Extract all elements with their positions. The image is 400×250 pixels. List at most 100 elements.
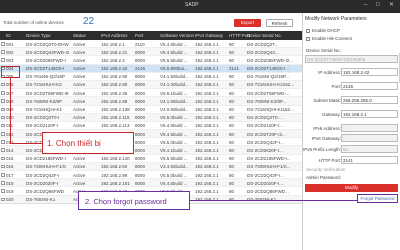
header-software[interactable]: Software Version xyxy=(160,33,194,38)
admin-password-field[interactable] xyxy=(305,180,398,183)
table-cell: 015 xyxy=(6,156,14,162)
table-cell: 002 xyxy=(6,49,14,55)
subnet-mask-field[interactable]: 255.255.255.0 xyxy=(341,96,398,104)
http-port-field[interactable]: 2141 xyxy=(341,156,398,164)
table-cell: Active xyxy=(73,156,86,162)
row-checkbox[interactable] xyxy=(1,148,5,152)
minimize-icon[interactable]: – xyxy=(364,2,367,9)
row-checkbox[interactable] xyxy=(1,173,5,177)
row-checkbox[interactable] xyxy=(1,58,5,62)
row-checkbox[interactable] xyxy=(1,189,5,193)
table-cell: 80 xyxy=(229,123,235,129)
header-id[interactable]: ID xyxy=(6,33,11,38)
table-cell: V5.5.5build ... xyxy=(160,57,188,63)
ip-address-field[interactable]: 192.168.2.42 xyxy=(341,68,398,76)
row-checkbox[interactable] xyxy=(1,181,5,185)
table-cell: DS-2CD2120F-I... xyxy=(247,123,284,129)
table-row[interactable]: 017 DS-2CD2Q42F-I Active 192.168.2.99 8000 V5… xyxy=(0,171,302,180)
table-cell: V5.4.5build ... xyxy=(160,180,188,186)
table-cell: Active xyxy=(73,49,86,55)
table-cell: 192.168.2.90 xyxy=(101,74,128,80)
table-cell: 80 xyxy=(229,82,235,88)
close-icon[interactable]: ✕ xyxy=(389,2,394,9)
forgot-password-button[interactable]: Forgot Password xyxy=(357,194,398,203)
table-cell: 80 xyxy=(229,90,235,96)
row-checkbox[interactable] xyxy=(1,123,5,128)
table-row[interactable]: 005 DS-7616NI-Q2/16P Active 192.168.2.90 800… xyxy=(0,73,302,81)
ipv6-prefix-field[interactable]: 64 xyxy=(341,145,398,153)
table-row[interactable]: 008 DS-7608NI-K2/8P Active 192.168.2.88 8000… xyxy=(0,97,302,106)
enable-hik-connect-checkbox[interactable]: Enable Hik-Connect xyxy=(306,36,352,41)
table-cell: DS-7608NI-K2/8P... xyxy=(247,98,287,104)
header-ipv4[interactable]: IPv4 Address xyxy=(101,33,128,38)
row-checkbox[interactable] xyxy=(1,82,5,87)
row-checkbox[interactable] xyxy=(1,42,5,46)
table-row[interactable]: 011 DS-2CD2120F-I Active 192.168.2.113 8000 V… xyxy=(0,122,302,131)
table-cell: V5.4.6build ... xyxy=(160,41,188,47)
header-serial[interactable]: Device Serial No. xyxy=(247,33,282,38)
row-checkbox[interactable] xyxy=(1,132,5,136)
table-cell: 192.168.2.1 xyxy=(195,98,219,104)
ipv6-field[interactable]: :: xyxy=(341,124,398,132)
table-cell: 8000 xyxy=(135,115,146,121)
table-cell: DS-7216HUHI-K2 xyxy=(26,82,62,88)
table-cell: 011 xyxy=(6,123,22,128)
row-checkbox[interactable] xyxy=(1,164,5,169)
table-cell: 192.168.2.21 xyxy=(101,49,128,55)
table-cell: 192.168.2.4 xyxy=(101,57,125,63)
row-checkbox[interactable] xyxy=(1,115,5,120)
port-field[interactable]: 2146 xyxy=(341,82,398,90)
table-cell: 80 xyxy=(229,164,235,170)
gateway-field[interactable]: 192.168.2.1 xyxy=(341,110,398,118)
table-cell: DS-2CD2120F-I xyxy=(26,123,59,129)
table-row[interactable]: 010 DS-2CD2Q2T0-I Active 192.168.2.115 8000 V… xyxy=(0,113,302,122)
table-row[interactable]: 007 DS-2CD2T85FWD-I8 Active 192.168.2.36 800… xyxy=(0,89,302,98)
modify-button[interactable]: Modify xyxy=(305,184,398,192)
online-devices-label: Total number of online devices xyxy=(3,20,64,25)
refresh-button[interactable]: Refresh xyxy=(266,19,293,27)
table-cell: 8000 xyxy=(135,180,146,186)
enable-dhcp-checkbox[interactable]: Enable DHCP xyxy=(306,28,340,33)
table-cell: 019 xyxy=(6,188,14,194)
row-checkbox[interactable] xyxy=(1,156,5,161)
table-row[interactable]: 018 DS-2CD2020F-I Active 192.168.2.101 8000 V… xyxy=(0,179,302,188)
row-checkbox[interactable] xyxy=(1,50,5,54)
table-row[interactable]: 003 DS-2CD2055FWD-I Active 192.168.2.4 8000 V… xyxy=(0,56,302,65)
row-checkbox[interactable] xyxy=(1,197,5,202)
subnet-mask-label: Subnet Mask: xyxy=(313,98,341,103)
table-cell: 2141 xyxy=(229,66,240,72)
table-cell: DS-2CD2620F-I... xyxy=(247,147,284,153)
table-cell: DS-2CD2185FWD-I... xyxy=(247,156,291,162)
step1-text: 1. Chọn thiết bị xyxy=(47,139,101,148)
table-row[interactable]: 006 DS-7216HUHI-K2 Active 192.168.2.80 8000 V… xyxy=(0,80,302,90)
table-cell: 010 xyxy=(6,115,22,120)
table-cell: DS-7216HUHI-K2162... xyxy=(247,82,295,88)
row-checkbox[interactable] xyxy=(1,140,5,144)
table-cell: 8000 xyxy=(135,172,146,178)
row-checkbox[interactable] xyxy=(1,99,5,103)
header-gateway[interactable]: IPv4 Gateway xyxy=(195,33,223,38)
ipv6-gateway-field[interactable]: :: xyxy=(341,134,398,142)
table-cell: V4.1.50build... xyxy=(160,74,189,80)
header-port[interactable]: Port xyxy=(135,33,143,38)
export-button[interactable]: Export xyxy=(234,19,261,27)
table-cell: 192.168.2.1 xyxy=(195,156,219,162)
table-row[interactable]: 009 DS-7216HQHI-K1 Active 192.168.2.138 8000… xyxy=(0,106,302,114)
table-row[interactable]: 002 DS-2CD2Q43FWD-I2 Active 192.168.2.21 800… xyxy=(0,48,302,57)
maximize-icon[interactable]: □ xyxy=(376,2,380,9)
header-status[interactable]: Status xyxy=(73,33,86,38)
table-row[interactable]: 015 DS-2CD2185FWD-I Active 192.168.2.140 800… xyxy=(0,155,302,163)
table-cell: DS-7616NI-Q2/16P... xyxy=(247,74,290,80)
ipv6-row: IPv6 Address: :: xyxy=(303,124,400,133)
table-cell: V4.1.65build... xyxy=(160,98,189,104)
row-checkbox[interactable] xyxy=(1,91,5,95)
table-cell: 192.168.2.1 xyxy=(195,107,219,112)
table-cell: 8000 xyxy=(135,49,146,55)
table-body: 001 DS-2CD2Q2T0-DHW Active 192.168.2.1 2110 V… xyxy=(0,40,302,203)
header-device-type[interactable]: Device Type xyxy=(26,33,51,38)
table-row[interactable]: 001 DS-2CD2Q2T0-DHW Active 192.168.2.1 2110 V… xyxy=(0,40,302,49)
row-checkbox[interactable] xyxy=(1,107,5,111)
table-row[interactable]: 004 DS-2CD2T146G0-I Active 192.168.2.42 2146… xyxy=(0,64,302,73)
table-cell: 008 xyxy=(6,99,22,104)
table-row[interactable]: 016 DS-7208HUHI-F1/S Active 192.168.2.60 800… xyxy=(0,162,302,171)
